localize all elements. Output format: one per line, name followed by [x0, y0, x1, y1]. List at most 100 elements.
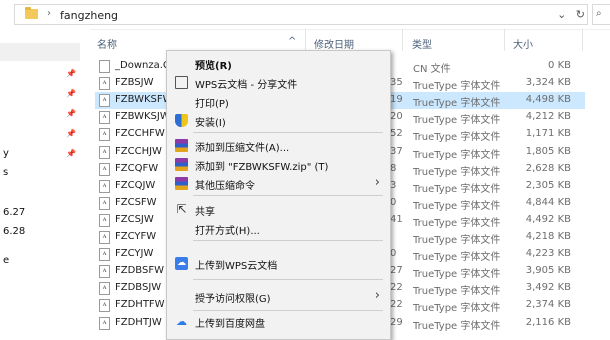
file-name: FZCSJW: [115, 213, 154, 225]
menu-item-install[interactable]: 安装(I): [167, 111, 390, 130]
menu-separator: [193, 310, 383, 311]
menu-separator: [193, 195, 383, 196]
file-date: 29: [390, 316, 403, 328]
share-icon: ⇱: [176, 202, 187, 216]
nav-item-label[interactable]: y: [3, 148, 9, 159]
menu-item-print[interactable]: 打印(P): [167, 92, 390, 111]
file-type: TrueType 字体文件: [413, 183, 501, 195]
column-header-type[interactable]: 类型: [412, 36, 432, 51]
column-divider[interactable]: [582, 29, 583, 51]
menu-item-preview[interactable]: 预览(R): [167, 54, 390, 73]
file-name: FZCSFW: [115, 196, 157, 208]
file-type: TrueType 字体文件: [413, 303, 501, 315]
file-name: FZDHTJW: [115, 316, 162, 328]
file-size: 4,223 KB: [525, 248, 571, 260]
file-type: TrueType 字体文件: [413, 98, 501, 110]
nav-item-label[interactable]: 6.28: [3, 226, 25, 237]
column-divider[interactable]: [305, 29, 306, 51]
menu-item-label: WPS云文档 - 分享文件: [195, 80, 298, 91]
baidu-netdisk-icon: ☁: [176, 315, 187, 328]
refresh-icon[interactable]: ↻: [576, 8, 585, 21]
search-icon: ⌕: [596, 8, 602, 19]
file-date: 37: [390, 145, 403, 157]
breadcrumb-folder[interactable]: fangzheng: [60, 9, 118, 22]
file-date: 35: [390, 77, 403, 89]
pin-icon: 📌: [66, 129, 76, 138]
menu-item-label: 打印(P): [195, 99, 229, 110]
file-date: 20: [390, 111, 403, 123]
address-bar: › fangzheng ⌄ ↻ ⌕: [0, 0, 610, 30]
file-type: TrueType 字体文件: [413, 200, 501, 212]
file-date: 41: [390, 213, 403, 225]
nav-item-highlight[interactable]: [0, 43, 80, 61]
menu-item-grant-access[interactable]: 授予访问权限(G) ›: [167, 287, 390, 306]
column-header-name[interactable]: 名称: [97, 36, 117, 51]
menu-item-label: 共享: [195, 207, 215, 218]
file-size: 4,844 KB: [525, 196, 571, 208]
file-date: 3: [390, 179, 397, 191]
font-file-icon: A: [99, 248, 110, 262]
file-date: 19: [390, 94, 403, 106]
file-type: TrueType 字体文件: [413, 217, 501, 229]
font-file-icon: A: [99, 77, 110, 91]
nav-item-label[interactable]: e: [3, 255, 9, 266]
font-file-icon: A: [99, 128, 110, 142]
file-size: 1,805 KB: [525, 145, 571, 157]
file-type: TrueType 字体文件: [413, 235, 501, 246]
file-name: FZCQJW: [115, 179, 156, 191]
menu-item-label: 授予访问权限(G): [195, 294, 271, 305]
file-date: 27: [390, 265, 403, 277]
nav-item-label[interactable]: 6.27: [3, 207, 25, 218]
file-type: CN 文件: [413, 64, 451, 75]
search-box[interactable]: ⌕: [592, 4, 610, 25]
breadcrumb-separator[interactable]: ›: [47, 8, 51, 19]
menu-item-label: 安装(I): [195, 118, 226, 129]
menu-item-label: 添加到压缩文件(A)...: [195, 143, 290, 154]
column-header-date[interactable]: 修改日期: [314, 36, 354, 51]
winrar-icon: [175, 139, 188, 152]
menu-item-wps-share[interactable]: WPS云文档 - 分享文件: [167, 73, 390, 92]
file-date: 52: [390, 128, 403, 140]
menu-item-label: 上传到WPS云文档: [195, 261, 278, 272]
menu-separator: [193, 132, 383, 133]
file-size: 4,492 KB: [525, 213, 571, 225]
file-size: 2,374 KB: [525, 299, 571, 311]
file-date: 0: [390, 196, 397, 208]
nav-item-label[interactable]: s: [3, 167, 8, 178]
file-date: 8: [390, 162, 397, 174]
pin-icon: 📌: [66, 149, 76, 158]
file-type: TrueType 字体文件: [413, 166, 501, 178]
menu-item-label: 其他压缩命令: [195, 181, 255, 192]
menu-item-add-to-archive[interactable]: 添加到压缩文件(A)...: [167, 136, 390, 155]
column-divider[interactable]: [402, 29, 403, 51]
menu-item-share[interactable]: ⇱ 共享: [167, 200, 390, 219]
address-dropdown-icon[interactable]: ⌄: [557, 8, 566, 21]
menu-item-upload-baidu[interactable]: ☁ 上传到百度网盘: [167, 312, 390, 331]
font-file-icon: A: [99, 299, 110, 313]
file-type: TrueType 字体文件: [413, 81, 501, 93]
address-box[interactable]: › fangzheng ⌄ ↻: [14, 4, 588, 25]
font-file-icon: A: [99, 282, 110, 296]
file-size: 2,305 KB: [525, 179, 571, 191]
file-name: FZBWKSFW: [115, 94, 170, 106]
submenu-arrow-icon: ›: [374, 288, 380, 303]
menu-item-label: 打开方式(H)...: [195, 226, 260, 237]
menu-separator: [193, 240, 383, 241]
column-header-size[interactable]: 大小: [513, 36, 533, 51]
context-menu: 预览(R) WPS云文档 - 分享文件 打印(P) 安装(I) 添加到压缩文件(…: [166, 50, 391, 340]
wps-cloud-icon: ☁: [175, 257, 188, 270]
menu-item-open-with[interactable]: 打开方式(H)...: [167, 219, 390, 238]
font-file-icon: A: [99, 196, 110, 210]
menu-item-add-to-zip[interactable]: 添加到 "FZBWKSFW.zip" (T): [167, 155, 390, 174]
file-size: 2,628 KB: [525, 162, 571, 174]
uac-shield-icon: [175, 114, 188, 127]
file-name: FZCQFW: [115, 162, 159, 174]
file-name: FZBSJW: [115, 77, 154, 89]
menu-item-upload-wps[interactable]: ☁ 上传到WPS云文档: [167, 254, 390, 273]
menu-item-other-compress[interactable]: 其他压缩命令 ›: [167, 174, 390, 193]
share-doc-icon: [175, 76, 188, 89]
column-divider[interactable]: [504, 29, 505, 51]
navigation-pane: 📌 📌 📌 📌 📌 y s 6.27 6.28 e: [0, 29, 90, 338]
file-name: FZBWKSJW: [115, 111, 170, 123]
file-size: 4,218 KB: [525, 231, 571, 242]
